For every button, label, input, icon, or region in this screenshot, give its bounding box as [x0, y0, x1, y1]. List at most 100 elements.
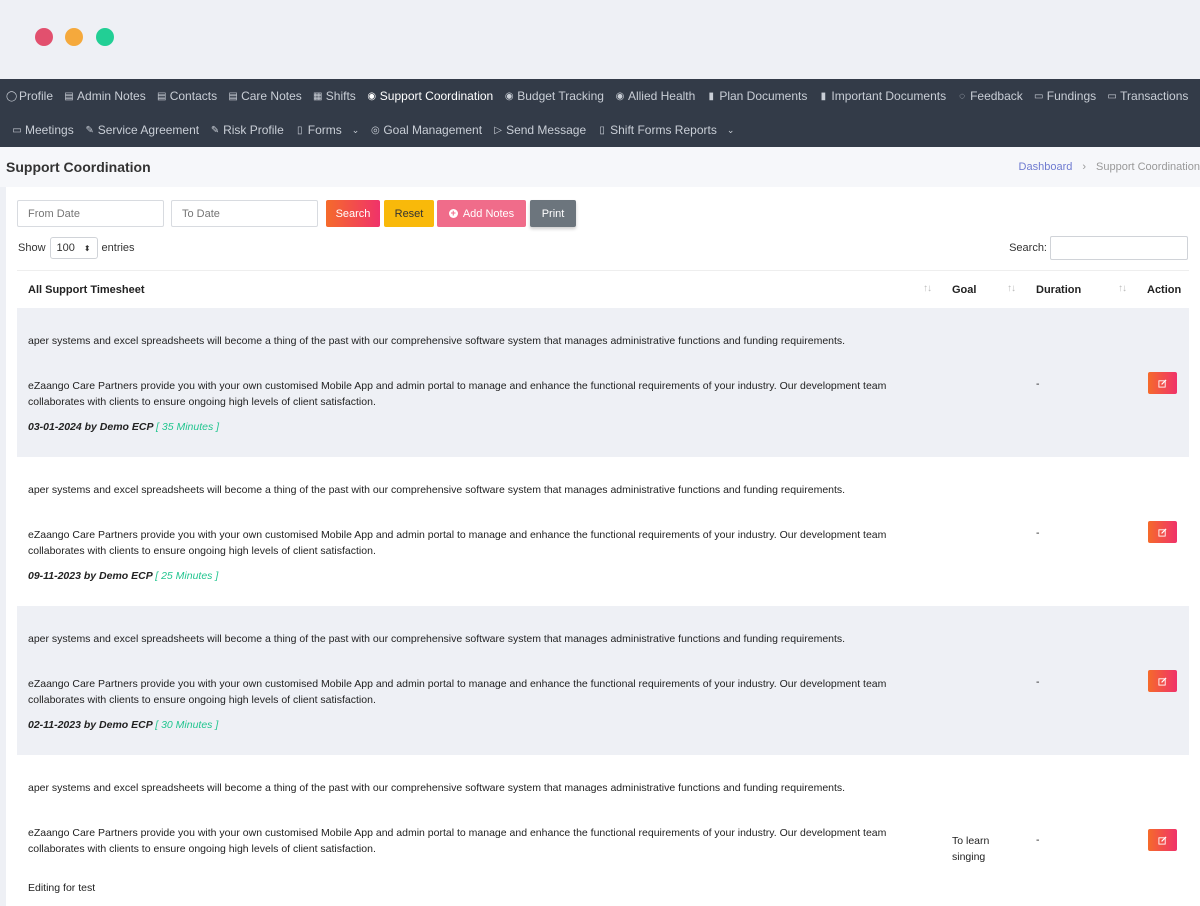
breadcrumb-current: Support Coordination: [1096, 161, 1200, 173]
duration-cell: -: [1036, 834, 1040, 846]
nav-item-label: Feedback: [970, 89, 1023, 103]
nav-item-label: Fundings: [1046, 89, 1097, 103]
sort-icon[interactable]: ↑↓: [923, 283, 932, 294]
nav-item-allied-health[interactable]: ◉ Allied Health: [615, 89, 696, 103]
note-paragraph: eZaango Care Partners provide you with y…: [28, 827, 887, 855]
column-header-goal[interactable]: Goal: [952, 284, 976, 296]
card-icon: ▭: [1107, 90, 1117, 102]
duration-cell: -: [1036, 378, 1040, 390]
nav-item-label: Transactions: [1120, 89, 1189, 103]
edit-icon: [1158, 835, 1167, 845]
table-row: aper systems and excel spreadsheets will…: [17, 308, 1189, 457]
nav-item-contacts[interactable]: ▤ Contacts: [157, 89, 217, 103]
duration-cell: -: [1036, 676, 1040, 688]
nav-item-profile[interactable]: ◯ Profile: [6, 89, 53, 103]
edit-button[interactable]: [1148, 670, 1177, 692]
nav-item-transactions[interactable]: ▭ Transactions: [1107, 89, 1188, 103]
entries-label: entries: [101, 242, 135, 254]
nav-item-risk-profile[interactable]: ✎ Risk Profile: [210, 123, 284, 137]
entries-control: Show 100 ⬍ entries: [18, 237, 135, 259]
column-header-action: Action: [1147, 284, 1182, 296]
breadcrumb-dashboard-link[interactable]: Dashboard: [1019, 161, 1073, 173]
users-icon: ◉: [504, 90, 514, 102]
target-icon: ◎: [370, 124, 380, 136]
nav-item-goal-management[interactable]: ◎ Goal Management: [370, 123, 482, 137]
edit-button[interactable]: [1148, 521, 1177, 543]
nav-item-admin-notes[interactable]: ▤ Admin Notes: [64, 89, 146, 103]
window-titlebar: [0, 0, 1200, 79]
nav-item-shift-forms-reports[interactable]: ▯ Shift Forms Reports ⌄: [597, 123, 734, 137]
to-date-input[interactable]: [171, 200, 318, 227]
edit-button[interactable]: [1148, 829, 1177, 851]
edit-button[interactable]: [1148, 372, 1177, 394]
breadcrumb: Dashboard › Support Coordination: [1019, 161, 1200, 173]
breadcrumb-separator: ›: [1082, 161, 1087, 173]
edit-icon: [1158, 527, 1167, 537]
column-header-timesheet[interactable]: All Support Timesheet: [28, 284, 145, 296]
nav-item-meetings[interactable]: ▭ Meetings: [12, 123, 73, 137]
edit-icon: [1158, 676, 1167, 686]
content-card: Search Reset + Add Notes Print Show 100 …: [6, 187, 1200, 906]
nav-item-important-documents[interactable]: ▮ Important Documents: [818, 89, 946, 103]
nav-item-care-notes[interactable]: ▤ Care Notes: [228, 89, 301, 103]
nav-item-send-message[interactable]: ▷ Send Message: [493, 123, 586, 137]
nav-item-label: Profile: [19, 89, 54, 103]
search-button[interactable]: Search: [326, 200, 380, 227]
file-icon: ▯: [599, 124, 605, 136]
users-icon: ◉: [615, 90, 625, 102]
wallet-icon: ▭: [1034, 90, 1044, 102]
users-icon: ◉: [367, 90, 377, 102]
note-paragraph: eZaango Care Partners provide you with y…: [28, 380, 887, 408]
top-navigation: ◯ Profile ▤ Admin Notes ▤ Contacts ▤ Care Notes…: [0, 79, 1200, 147]
document-icon: ▮: [708, 90, 715, 102]
column-header-duration[interactable]: Duration: [1036, 284, 1081, 296]
note-meta: 03-01-2024 by Demo ECP [ 35 Minutes ]: [28, 421, 219, 433]
note-date-author: 09-11-2023 by Demo ECP: [28, 570, 153, 582]
nav-item-label: Support Coordination: [379, 89, 494, 103]
nav-item-label: Goal Management: [383, 123, 483, 137]
sort-icon[interactable]: ↑↓: [1118, 283, 1127, 294]
note-date-author: 03-01-2024 by Demo ECP: [28, 421, 154, 433]
nav-item-plan-documents[interactable]: ▮ Plan Documents: [706, 89, 808, 103]
entries-select[interactable]: 100 ⬍: [49, 237, 98, 259]
note-extra: Editing for test: [28, 882, 96, 894]
nav-item-label: Contacts: [169, 89, 218, 103]
table-header: All Support Timesheet ↑↓ Goal ↑↓ Duratio…: [17, 270, 1189, 308]
nav-item-fundings[interactable]: ▭ Fundings: [1034, 89, 1096, 103]
note-meta: 02-11-2023 by Demo ECP [ 30 Minutes ]: [28, 719, 218, 731]
from-date-input[interactable]: [17, 200, 164, 227]
table-search-input[interactable]: [1050, 236, 1188, 260]
table-row: aper systems and excel spreadsheets will…: [17, 457, 1189, 606]
window-minimize-button[interactable]: [65, 28, 83, 46]
entries-value: 100: [56, 242, 75, 254]
nav-item-support-coordination[interactable]: ◉ Support Coordination: [367, 89, 493, 103]
note-minutes: [ 30 Minutes ]: [155, 719, 219, 731]
show-label: Show: [18, 242, 46, 254]
sort-icon[interactable]: ↑↓: [1007, 283, 1016, 294]
print-button[interactable]: Print: [530, 200, 576, 227]
note-paragraph: aper systems and excel spreadsheets will…: [28, 633, 846, 645]
table-row: aper systems and excel spreadsheets will…: [17, 755, 1189, 906]
add-notes-button[interactable]: + Add Notes: [437, 200, 526, 227]
nav-row-secondary: ▭ Meetings ✎ Service Agreement ✎ Risk Profile…: [12, 113, 745, 147]
nav-item-shifts[interactable]: ▦ Shifts: [313, 89, 356, 103]
nav-item-budget-tracking[interactable]: ◉ Budget Tracking: [504, 89, 604, 103]
window-maximize-button[interactable]: [96, 28, 114, 46]
note-paragraph: aper systems and excel spreadsheets will…: [28, 335, 846, 347]
chat-icon: ◌: [959, 90, 966, 102]
window-close-button[interactable]: [35, 28, 53, 46]
nav-item-label: Important Documents: [831, 89, 947, 103]
nav-item-forms[interactable]: ▯ Forms ⌄: [295, 123, 359, 137]
nav-item-label: Allied Health: [627, 89, 696, 103]
nav-item-service-agreement[interactable]: ✎ Service Agreement: [85, 123, 200, 137]
contacts-icon: ▤: [156, 90, 167, 102]
nav-item-label: Budget Tracking: [517, 89, 604, 103]
reset-button[interactable]: Reset: [384, 200, 434, 227]
monitor-icon: ▭: [12, 124, 22, 136]
nav-item-feedback[interactable]: ◌ Feedback: [957, 89, 1023, 103]
nav-item-label: Admin Notes: [77, 89, 146, 103]
calendar-icon: ▦: [313, 90, 323, 102]
note-paragraph: aper systems and excel spreadsheets will…: [28, 484, 846, 496]
note-icon: ▤: [228, 90, 238, 102]
table-search-label: Search:: [1009, 242, 1047, 254]
